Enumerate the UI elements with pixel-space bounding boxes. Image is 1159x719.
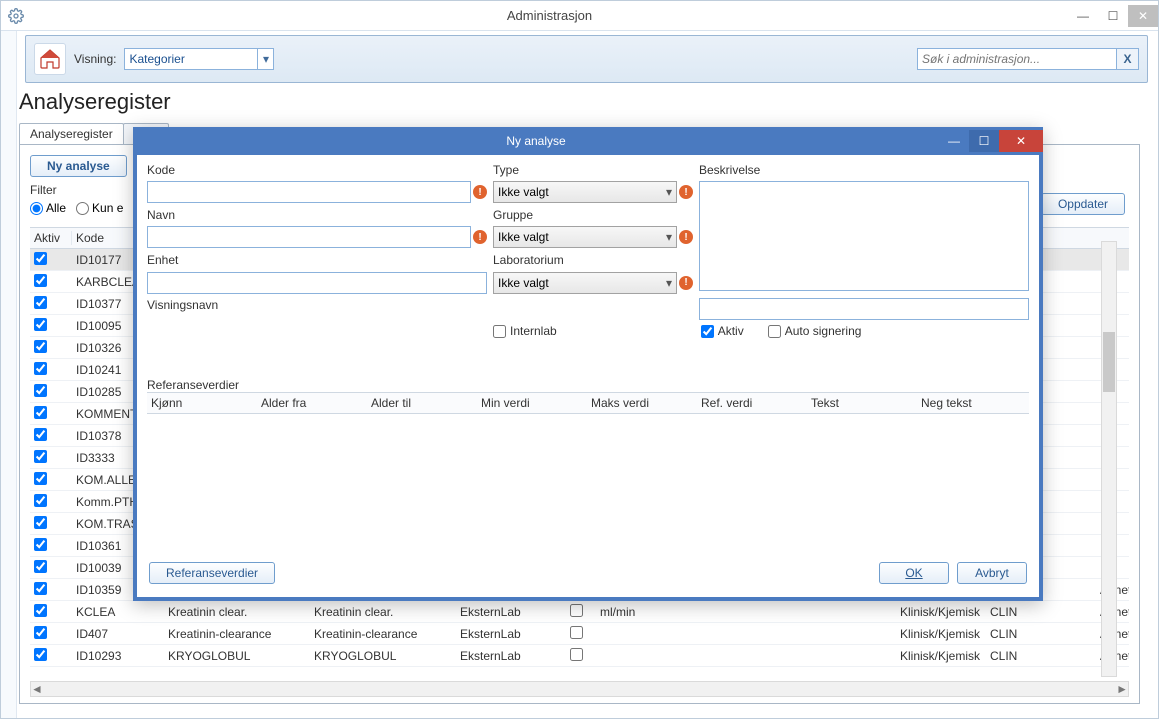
page-title: Analyseregister	[19, 89, 1158, 115]
filter-label: Filter	[30, 183, 127, 197]
visningsnavn-label: Visningsnavn	[147, 298, 487, 320]
ny-analyse-dialog: Ny analyse — ☐ ✕ Kode Type Beskrivelse !…	[133, 127, 1043, 601]
auto-signering-checkbox[interactable]: Auto signering	[768, 324, 862, 338]
refv-col-aldertil[interactable]: Alder til	[367, 396, 477, 410]
search-input[interactable]	[917, 48, 1117, 70]
aktiv-checkbox[interactable]	[34, 362, 47, 375]
refv-col-negtekst[interactable]: Neg tekst	[917, 396, 1027, 410]
visningsnavn-input[interactable]	[699, 298, 1029, 320]
error-icon: !	[473, 185, 487, 199]
avbryt-button[interactable]: Avbryt	[957, 562, 1027, 584]
filter-alle-radio[interactable]: Alle	[30, 201, 66, 215]
internlab-checkbox[interactable]: Internlab	[493, 324, 557, 338]
aktiv-checkbox[interactable]	[34, 472, 47, 485]
search-clear-button[interactable]: X	[1117, 48, 1139, 70]
home-icon[interactable]	[34, 43, 66, 75]
refv-col-minverdi[interactable]: Min verdi	[477, 396, 587, 410]
window-title: Administrasjon	[31, 8, 1068, 23]
minimize-button[interactable]: —	[1068, 5, 1098, 27]
ok-button[interactable]: OK	[879, 562, 949, 584]
navn-input[interactable]	[147, 226, 471, 248]
aktiv-checkbox[interactable]	[34, 516, 47, 529]
titlebar: Administrasjon — ☐ ✕	[1, 1, 1158, 31]
aktiv-checkbox[interactable]	[34, 296, 47, 309]
kode-label: Kode	[147, 163, 487, 177]
gruppe-label: Gruppe	[493, 208, 693, 223]
main-toolbar: Visning: Kategorier ▾ X	[25, 35, 1148, 83]
aktiv-checkbox[interactable]	[34, 582, 47, 595]
referanseverdier-label: Referanseverdier	[147, 378, 1029, 392]
dialog-maximize-button[interactable]: ☐	[969, 130, 999, 152]
error-icon: !	[679, 185, 693, 199]
laboratorium-combo[interactable]: Ikke valgt▾	[493, 272, 677, 294]
aktiv-checkbox[interactable]	[34, 538, 47, 551]
visning-value: Kategorier	[129, 52, 184, 66]
col-aktiv[interactable]: Aktiv	[30, 231, 72, 245]
referanseverdier-button[interactable]: Referanseverdier	[149, 562, 275, 584]
gruppe-combo[interactable]: Ikke valgt▾	[493, 226, 677, 248]
dialog-title: Ny analyse	[133, 134, 939, 148]
referanseverdier-body	[147, 414, 1029, 524]
aktiv-checkbox[interactable]	[34, 450, 47, 463]
table-row[interactable]: ID407Kreatinin-clearanceKreatinin-cleara…	[30, 623, 1129, 645]
error-icon: !	[679, 276, 693, 290]
maximize-button[interactable]: ☐	[1098, 5, 1128, 27]
aktiv-checkbox[interactable]	[34, 406, 47, 419]
tab-analyseregister[interactable]: Analyseregister	[19, 123, 124, 144]
chevron-down-icon: ▾	[666, 230, 672, 244]
chevron-down-icon: ▾	[257, 49, 273, 69]
close-button[interactable]: ✕	[1128, 5, 1158, 27]
enhet-input[interactable]	[147, 272, 487, 294]
aktiv-checkbox[interactable]	[34, 340, 47, 353]
aktiv-checkbox[interactable]: Aktiv	[701, 324, 744, 338]
kode-input[interactable]	[147, 181, 471, 203]
oppdater-button[interactable]: Oppdater	[1041, 193, 1125, 215]
dialog-minimize-button[interactable]: —	[939, 130, 969, 152]
cell-kode: KCLEA	[72, 605, 164, 619]
aktiv-checkbox[interactable]	[34, 560, 47, 573]
navn-label: Navn	[147, 208, 487, 223]
chevron-down-icon: ▾	[666, 185, 672, 199]
aktiv-checkbox[interactable]	[34, 626, 47, 639]
table-row[interactable]: ID10293KRYOGLOBULKRYOGLOBULEksternLabKli…	[30, 645, 1129, 667]
referanseverdier-header: Kjønn Alder fra Alder til Min verdi Maks…	[147, 392, 1029, 414]
ny-analyse-button[interactable]: Ny analyse	[30, 155, 127, 177]
main-window: Administrasjon — ☐ ✕ Visning: Kategorier…	[0, 0, 1159, 719]
beskrivelse-textarea[interactable]	[699, 181, 1029, 291]
aktiv-checkbox[interactable]	[34, 252, 47, 265]
aktiv-checkbox[interactable]	[34, 428, 47, 441]
visning-label: Visning:	[74, 52, 116, 66]
aktiv-checkbox[interactable]	[34, 604, 47, 617]
type-label: Type	[493, 163, 693, 177]
settings-gear-icon[interactable]	[1, 8, 31, 24]
error-icon: !	[473, 230, 487, 244]
left-strip	[1, 31, 17, 718]
grid-horizontal-scrollbar[interactable]: ◄►	[30, 681, 1129, 697]
enhet-label: Enhet	[147, 253, 487, 268]
table-row[interactable]: KCLEAKreatinin clear.Kreatinin clear.Eks…	[30, 601, 1129, 623]
type-combo[interactable]: Ikke valgt▾	[493, 181, 677, 203]
filter-kun-radio[interactable]: Kun e	[76, 201, 123, 215]
refv-col-kjonn[interactable]: Kjønn	[147, 396, 257, 410]
refv-col-maksverdi[interactable]: Maks verdi	[587, 396, 697, 410]
refv-col-refverdi[interactable]: Ref. verdi	[697, 396, 807, 410]
visning-select[interactable]: Kategorier ▾	[124, 48, 274, 70]
grid-vertical-scrollbar[interactable]	[1101, 241, 1117, 677]
cell-kode: ID10293	[72, 649, 164, 663]
aktiv-checkbox[interactable]	[34, 648, 47, 661]
aktiv-checkbox[interactable]	[34, 384, 47, 397]
refv-col-tekst[interactable]: Tekst	[807, 396, 917, 410]
error-icon: !	[679, 230, 693, 244]
aktiv-checkbox[interactable]	[34, 494, 47, 507]
cell-kode: ID407	[72, 627, 164, 641]
dialog-close-button[interactable]: ✕	[999, 130, 1043, 152]
beskrivelse-label: Beskrivelse	[699, 163, 1029, 177]
refv-col-alderfra[interactable]: Alder fra	[257, 396, 367, 410]
aktiv-checkbox[interactable]	[34, 274, 47, 287]
aktiv-checkbox[interactable]	[34, 318, 47, 331]
dialog-footer: Referanseverdier OK Avbryt	[137, 557, 1039, 597]
chevron-down-icon: ▾	[666, 276, 672, 290]
laboratorium-label: Laboratorium	[493, 253, 693, 268]
dialog-titlebar[interactable]: Ny analyse — ☐ ✕	[133, 127, 1043, 155]
